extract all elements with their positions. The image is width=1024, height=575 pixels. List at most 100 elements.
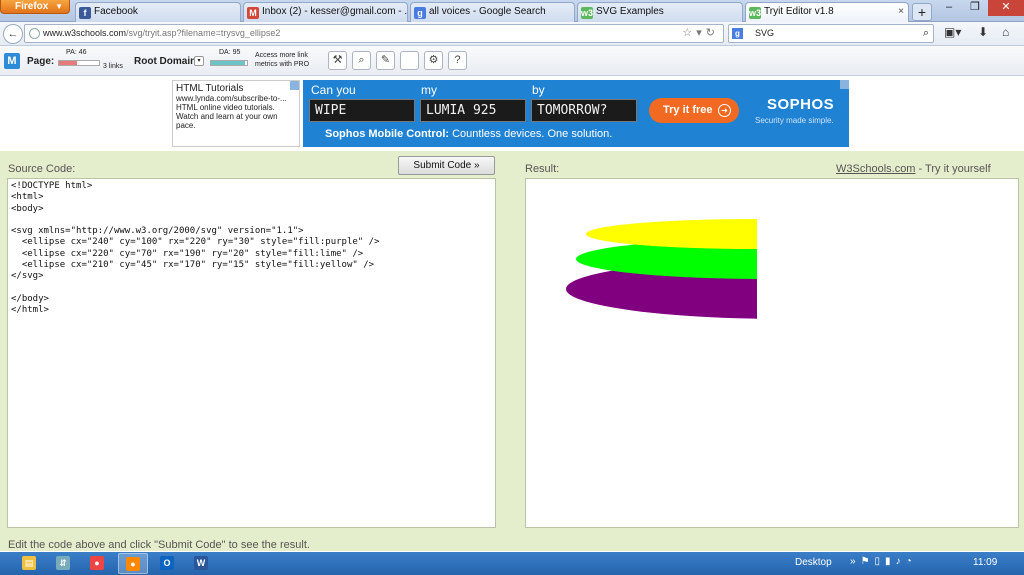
url-path: /svg/tryit.asp?filename=trysvg_ellipse2	[126, 28, 281, 38]
root-domain-dropdown[interactable]: ▾	[194, 56, 204, 66]
facebook-icon: f	[79, 7, 91, 19]
ad-box-3: TOMORROW?	[531, 99, 637, 122]
tab-title: Inbox (2) - kesser@gmail.com - ...	[262, 6, 408, 17]
reload-icon[interactable]: ↻	[706, 27, 719, 39]
browser-tab[interactable]: w3 SVG Examples	[577, 2, 743, 22]
close-window-button[interactable]: ✕	[988, 0, 1024, 16]
network-tray-icon[interactable]: ◔	[906, 556, 917, 567]
browser-tab[interactable]: f Facebook	[75, 2, 241, 22]
try-it-free-button[interactable]: Try it free ➜	[649, 98, 739, 123]
arrow-right-icon: ➜	[718, 104, 731, 117]
volume-icon[interactable]: ♪	[896, 556, 906, 567]
try-it-free-label: Try it free	[663, 104, 713, 116]
ellipse-yellow	[586, 219, 757, 249]
ad-url[interactable]: www.lynda.com/subscribe-to-...	[176, 94, 296, 103]
tab-strip: Firefox ▼ f Facebook M Inbox (2) - kesser@gm…	[0, 0, 1024, 22]
magnify-icon[interactable]: ⌕	[352, 51, 371, 70]
firefox-icon: ●	[126, 557, 140, 571]
da-label: DA: 95	[219, 49, 241, 56]
browser-tab[interactable]: M Inbox (2) - kesser@gmail.com - ...	[243, 2, 408, 22]
menu-icon[interactable]: ▣▾	[944, 25, 961, 39]
file-explorer-icon: ▤	[22, 556, 36, 570]
ad-word-3: by	[532, 83, 545, 97]
close-tab-icon[interactable]: ×	[898, 6, 904, 17]
home-icon[interactable]: ⌂	[1002, 25, 1009, 39]
restore-button[interactable]: ❐	[962, 0, 988, 16]
battery-icon[interactable]: ▯	[875, 556, 886, 567]
ad-bottom-line: Sophos Mobile Control: Countless devices…	[325, 128, 612, 140]
taskbar-app[interactable]: ⇵	[48, 553, 78, 574]
moz-logo-icon[interactable]: M	[4, 53, 20, 69]
clock[interactable]: 11:09	[973, 557, 997, 568]
moz-toolbar: M Page: PA: 46 3 links Root Domain: ▾ DA…	[0, 46, 1024, 76]
help-icon[interactable]: ?	[448, 51, 467, 70]
browser-tab[interactable]: g all voices - Google Search	[410, 2, 575, 22]
chevron-icon[interactable]: »	[850, 556, 861, 567]
wrench-icon[interactable]: ⚒	[328, 51, 347, 70]
firefox-menu-label: Firefox	[15, 1, 49, 12]
taskbar-app[interactable]: ▤	[14, 553, 44, 574]
code-textarea[interactable]: <!DOCTYPE html> <html> <body> <svg xmlns…	[7, 178, 496, 528]
taskbar-app[interactable]: W	[186, 553, 216, 574]
result-label: Result:	[525, 163, 560, 175]
pa-bar	[58, 60, 100, 66]
pro-text-line2[interactable]: metrics with PRO	[255, 61, 309, 68]
search-icon[interactable]: ⌕	[923, 25, 929, 42]
chrome-icon: ●	[90, 556, 104, 570]
sophos-logo: SOPHOS	[767, 96, 835, 113]
taskbar-app[interactable]: ●	[118, 553, 148, 574]
taskbar-app[interactable]: O	[152, 553, 182, 574]
google-search-icon[interactable]: g	[732, 28, 743, 39]
result-frame[interactable]	[525, 178, 1019, 528]
globe-icon	[29, 28, 40, 39]
system-tray: »⚑▯▮♪◔	[850, 556, 917, 567]
banner-ad[interactable]: Can you my by WIPE LUMIA 925 TOMORROW? T…	[303, 80, 849, 147]
gmail-icon: M	[247, 7, 259, 19]
blank-tool-button[interactable]	[400, 51, 419, 70]
taskbar: ▤ ⇵ ● ● O W Desktop »⚑▯▮♪◔ 11:09	[0, 552, 1024, 575]
pa-label: PA: 46	[66, 49, 87, 56]
search-box[interactable]: g SVG ⌕	[728, 24, 934, 43]
google-icon: g	[414, 7, 426, 19]
flag-icon[interactable]: ⚑	[861, 556, 875, 567]
gear-icon[interactable]: ⚙	[424, 51, 443, 70]
w3schools-icon: w3	[749, 7, 762, 19]
footer-instructions: Edit the code above and click "Submit Co…	[8, 539, 310, 551]
sophos-slogan: Security made simple.	[755, 116, 834, 125]
search-text: SVG	[755, 28, 775, 38]
taskbar-app[interactable]: ●	[82, 553, 112, 574]
bookmark-star-icon[interactable]: ☆	[682, 27, 696, 39]
w3schools-link-line: W3Schools.com - Try it yourself	[836, 163, 991, 175]
network-icon: ⇵	[56, 556, 70, 570]
pro-text-line1[interactable]: Access more link	[255, 52, 308, 59]
adchoices-icon[interactable]	[290, 81, 299, 90]
firefox-menu-button[interactable]: Firefox ▼	[0, 0, 70, 14]
links-count: 3 links	[103, 63, 123, 70]
url-bar[interactable]: www.w3schools.com/svg/tryit.asp?filename…	[24, 24, 724, 43]
download-icon[interactable]: ⬇	[978, 25, 988, 39]
ad-description: HTML online video tutorials. Watch and l…	[176, 103, 278, 130]
navigation-bar: ← www.w3schools.com/svg/tryit.asp?filena…	[0, 22, 1024, 46]
adchoices-icon[interactable]	[840, 80, 849, 89]
submit-code-button[interactable]: Submit Code »	[398, 156, 495, 175]
minimize-button[interactable]: –	[936, 0, 962, 16]
ellipse-lime	[576, 239, 757, 279]
ad-bottom-rest: Countless devices. One solution.	[449, 128, 613, 140]
w3schools-link[interactable]: W3Schools.com	[836, 163, 915, 175]
text-ad[interactable]: HTML Tutorials www.lynda.com/subscribe-t…	[172, 80, 300, 147]
back-button[interactable]: ←	[3, 24, 23, 44]
ad-title[interactable]: HTML Tutorials	[176, 83, 296, 94]
browser-tab[interactable]: w3 Tryit Editor v1.8 ×	[745, 2, 909, 22]
result-svg	[566, 219, 757, 319]
ad-box-2: LUMIA 925	[420, 99, 526, 122]
new-tab-button[interactable]: +	[912, 3, 932, 21]
w3schools-icon: w3	[581, 7, 594, 19]
pencil-icon[interactable]: ✎	[376, 51, 395, 70]
da-bar	[210, 60, 248, 66]
desktop-toolbar-label[interactable]: Desktop	[795, 557, 832, 568]
dropdown-icon[interactable]: ▾	[696, 27, 706, 39]
tab-title: SVG Examples	[596, 6, 664, 17]
signal-icon[interactable]: ▮	[885, 556, 896, 567]
ad-box-1: WIPE	[309, 99, 415, 122]
root-domain-label: Root Domain:	[134, 56, 200, 67]
